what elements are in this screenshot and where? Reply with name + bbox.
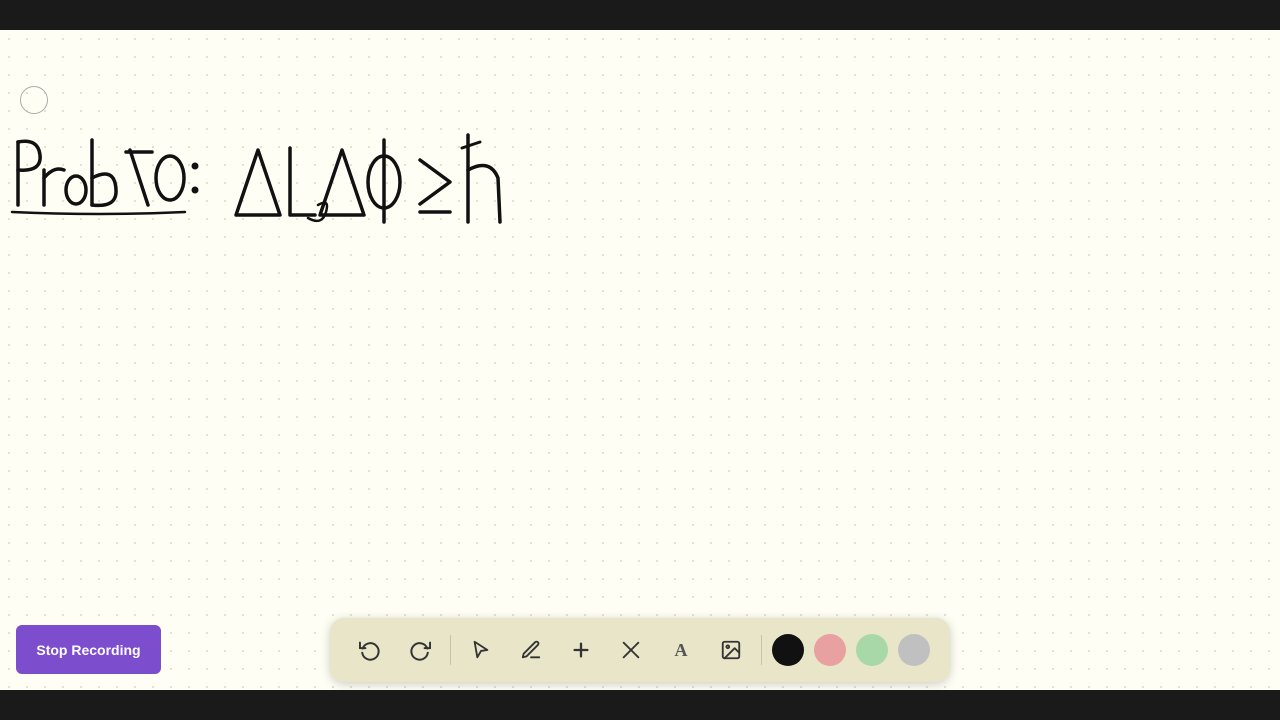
top-bar	[0, 0, 1280, 30]
eraser-tool-button[interactable]	[609, 628, 653, 672]
color-pink-button[interactable]	[814, 634, 846, 666]
image-tool-button[interactable]	[709, 628, 753, 672]
select-tool-button[interactable]	[459, 628, 503, 672]
color-green-button[interactable]	[856, 634, 888, 666]
color-black-button[interactable]	[772, 634, 804, 666]
toolbar-separator-2	[761, 635, 762, 665]
canvas-area[interactable]	[0, 30, 1280, 690]
color-gray-button[interactable]	[898, 634, 930, 666]
stop-recording-button[interactable]: Stop Recording	[16, 625, 161, 674]
toolbar-separator-1	[450, 635, 451, 665]
pen-tool-button[interactable]	[509, 628, 553, 672]
undo-button[interactable]	[348, 628, 392, 672]
add-button[interactable]	[559, 628, 603, 672]
redo-button[interactable]	[398, 628, 442, 672]
text-tool-button[interactable]: A	[659, 628, 703, 672]
bottom-bar	[0, 690, 1280, 720]
handwriting-canvas	[0, 30, 1280, 690]
toolbar: A	[330, 618, 950, 682]
